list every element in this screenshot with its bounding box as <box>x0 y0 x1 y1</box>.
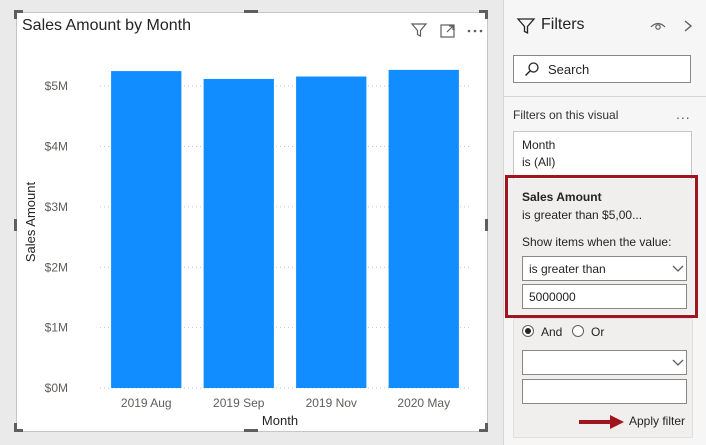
section-more-options[interactable]: ... <box>676 106 691 122</box>
bar-chart: $0M $1M $2M $3M $4M $5M 2019 Aug 2019 Sep 2019 N… <box>23 69 470 428</box>
y-axis-title: Sales Amount <box>23 182 38 263</box>
y-tick-label: $2M <box>45 260 68 274</box>
search-placeholder: Search <box>548 62 590 77</box>
filter-icon <box>516 18 536 35</box>
chevron-down-icon <box>672 359 684 366</box>
bar <box>111 71 182 388</box>
x-tick-label: 2019 Nov <box>306 396 357 410</box>
and-radio-label: And <box>541 325 563 339</box>
y-tick-label: $0M <box>45 381 68 395</box>
bar <box>388 69 459 388</box>
second-amount-input[interactable] <box>522 379 687 404</box>
y-tick-label: $3M <box>45 200 68 214</box>
or-radio-label: Or <box>591 325 605 339</box>
filters-pane-title: Filters <box>541 16 585 33</box>
x-tick-label: 2019 Aug <box>121 396 172 410</box>
apply-filter-button[interactable]: Apply filter <box>629 414 685 428</box>
pane-divider <box>503 96 706 97</box>
y-tick-label: $4M <box>45 140 68 154</box>
y-tick-label: $5M <box>45 79 68 93</box>
and-radio[interactable] <box>522 325 534 337</box>
bar <box>296 76 367 389</box>
highlight-box <box>505 175 698 318</box>
arrow-right-icon <box>579 415 624 429</box>
search-icon <box>525 62 539 76</box>
x-tick-label: 2019 Sep <box>213 396 265 410</box>
month-filter-field: Month <box>522 138 556 152</box>
x-axis-title: Month <box>262 413 298 428</box>
x-tick-label: 2020 May <box>397 396 450 410</box>
bar <box>203 78 274 389</box>
filters-on-visual-label: Filters on this visual <box>513 108 619 122</box>
second-condition-dropdown[interactable] <box>522 350 687 375</box>
y-tick-label: $1M <box>45 321 68 335</box>
or-radio[interactable] <box>572 325 584 337</box>
pane-gap <box>488 0 503 445</box>
chevron-right-icon[interactable] <box>682 19 694 33</box>
month-filter-summary: is (All) <box>522 155 556 169</box>
eye-icon[interactable] <box>650 19 666 33</box>
